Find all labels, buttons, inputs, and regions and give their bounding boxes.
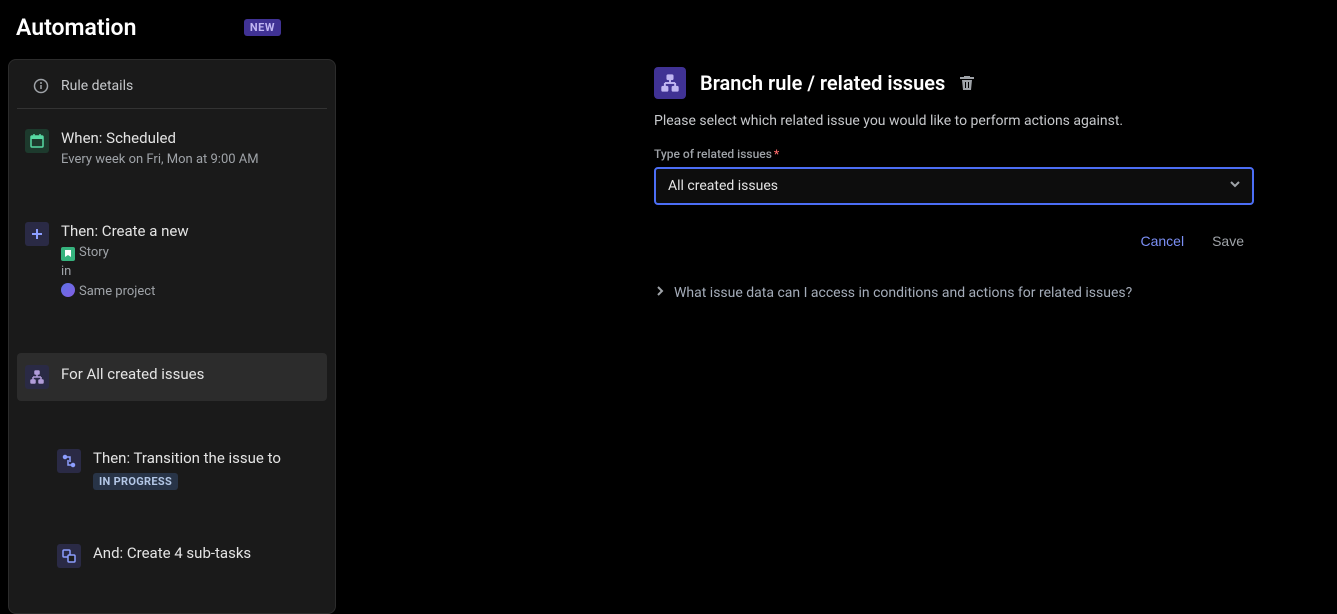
transition-icon bbox=[57, 449, 81, 473]
step-title: Then: Create a new bbox=[61, 222, 319, 240]
panel-header: Branch rule / related issues bbox=[654, 67, 1254, 99]
page-title: Automation bbox=[16, 14, 136, 41]
rule-steps-list: When: Scheduled Every week on Fri, Mon a… bbox=[9, 109, 335, 588]
required-indicator: * bbox=[774, 147, 779, 161]
step-subtitle: Story in Same project bbox=[61, 243, 319, 302]
step-for-branch[interactable]: For All created issues bbox=[17, 353, 327, 401]
step-title: Then: Transition the issue to bbox=[93, 449, 319, 467]
select-value[interactable]: All created issues bbox=[654, 167, 1254, 205]
step-title: And: Create 4 sub-tasks bbox=[93, 544, 319, 562]
project-icon bbox=[61, 283, 75, 297]
new-badge: NEW bbox=[244, 19, 281, 36]
branch-panel-icon bbox=[654, 67, 686, 99]
help-text: What issue data can I access in conditio… bbox=[674, 285, 1132, 301]
help-expandable[interactable]: What issue data can I access in conditio… bbox=[654, 281, 1254, 305]
step-and-subtasks[interactable]: And: Create 4 sub-tasks bbox=[9, 532, 335, 580]
panel-title: Branch rule / related issues bbox=[700, 71, 945, 95]
calendar-icon bbox=[25, 129, 49, 153]
page-header: Automation NEW bbox=[0, 0, 1337, 59]
related-issues-select[interactable]: All created issues bbox=[654, 167, 1254, 205]
info-icon bbox=[33, 78, 49, 94]
rule-details-header[interactable]: Rule details bbox=[17, 64, 327, 109]
subtask-icon bbox=[57, 544, 81, 568]
step-then-transition[interactable]: Then: Transition the issue to IN PROGRES… bbox=[9, 437, 335, 502]
delete-button[interactable] bbox=[959, 75, 975, 91]
panel-actions: Cancel Save bbox=[654, 225, 1254, 257]
config-panel: Branch rule / related issues Please sele… bbox=[606, 59, 1286, 614]
cancel-button[interactable]: Cancel bbox=[1130, 225, 1194, 257]
panel-description: Please select which related issue you wo… bbox=[654, 113, 1254, 129]
step-when-scheduled[interactable]: When: Scheduled Every week on Fri, Mon a… bbox=[9, 117, 335, 182]
plus-icon bbox=[25, 222, 49, 246]
branch-icon bbox=[25, 365, 49, 389]
story-icon bbox=[61, 247, 75, 261]
status-badge: IN PROGRESS bbox=[93, 473, 178, 490]
step-subtitle: Every week on Fri, Mon at 9:00 AM bbox=[61, 150, 319, 170]
step-then-create[interactable]: Then: Create a new Story in Same project bbox=[9, 210, 335, 314]
chevron-right-icon bbox=[654, 285, 666, 301]
step-title: For All created issues bbox=[61, 365, 311, 383]
step-title: When: Scheduled bbox=[61, 129, 319, 147]
save-button[interactable]: Save bbox=[1202, 225, 1254, 257]
rule-details-label: Rule details bbox=[61, 78, 133, 94]
rule-sidebar: Rule details When: Scheduled Every week … bbox=[8, 59, 336, 614]
field-label: Type of related issues* bbox=[654, 147, 1254, 161]
